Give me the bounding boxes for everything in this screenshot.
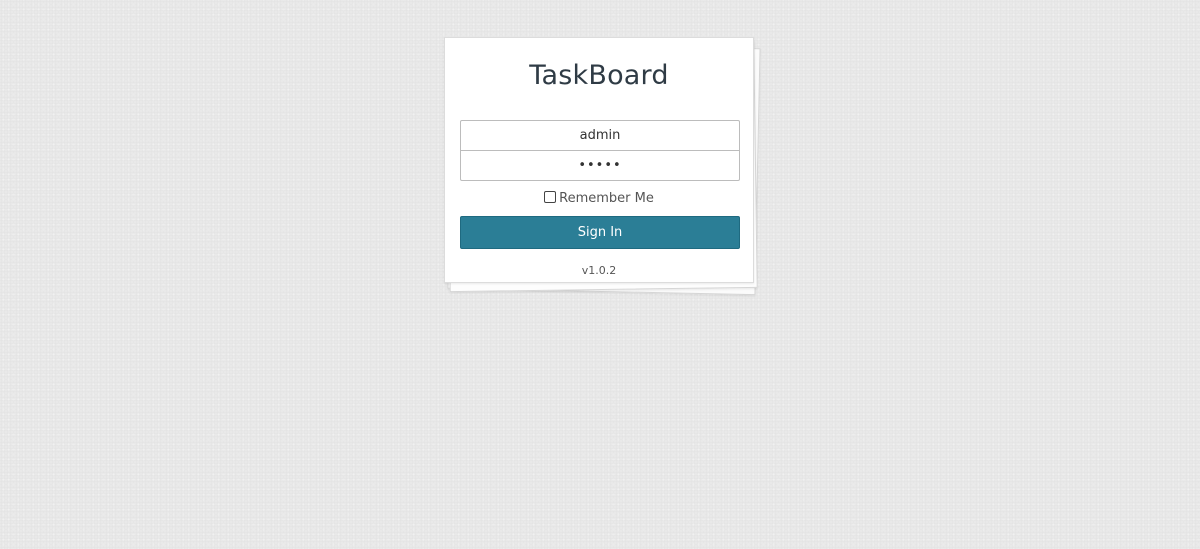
version-label: v1.0.2	[581, 264, 617, 277]
sign-in-button[interactable]: Sign In	[460, 216, 740, 249]
username-input[interactable]	[460, 120, 740, 151]
remember-me-label: Remember Me	[559, 191, 654, 206]
remember-me-checkbox[interactable]	[544, 191, 557, 203]
login-card-stack: TaskBoard Remember Me Sign In v1.0.2	[444, 37, 761, 296]
remember-me-row[interactable]: Remember Me	[445, 191, 753, 206]
login-card: TaskBoard Remember Me Sign In v1.0.2	[444, 37, 754, 283]
password-input[interactable]	[460, 150, 740, 181]
app-title: TaskBoard	[529, 60, 669, 91]
